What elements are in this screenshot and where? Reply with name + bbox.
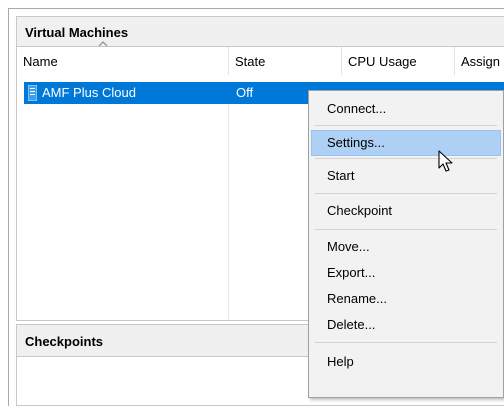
menu-item-checkpoint[interactable]: Checkpoint <box>311 198 501 224</box>
column-label: State <box>235 54 266 69</box>
column-header-cpu-usage[interactable]: CPU Usage <box>342 47 455 75</box>
menu-item-rename[interactable]: Rename... <box>311 286 501 312</box>
menu-separator <box>315 193 497 194</box>
column-label: Name <box>23 54 58 69</box>
menu-item-export[interactable]: Export... <box>311 260 501 286</box>
panel-title: Virtual Machines <box>17 17 504 47</box>
sort-ascending-icon <box>98 41 108 47</box>
column-header-assigned[interactable]: Assign <box>455 47 504 75</box>
column-label: Assign <box>461 54 501 69</box>
menu-separator <box>315 342 497 343</box>
menu-item-connect[interactable]: Connect... <box>311 96 501 122</box>
column-label: CPU Usage <box>348 54 417 69</box>
menu-separator <box>315 158 497 159</box>
menu-item-help[interactable]: Help <box>311 349 501 375</box>
menu-item-delete[interactable]: Delete... <box>311 312 501 338</box>
menu-item-start[interactable]: Start <box>311 163 501 189</box>
mouse-pointer-icon <box>438 150 453 172</box>
column-header-state[interactable]: State <box>229 47 342 75</box>
menu-item-settings[interactable]: Settings... <box>311 130 501 156</box>
context-menu: Connect... Settings... Start Checkpoint … <box>308 90 504 398</box>
menu-separator <box>315 125 497 126</box>
vm-state: Off <box>236 85 254 100</box>
vm-icon <box>28 85 37 101</box>
column-header-name[interactable]: Name <box>17 47 229 75</box>
vm-name: AMF Plus Cloud <box>42 85 136 100</box>
column-divider <box>228 104 229 320</box>
menu-separator <box>315 229 497 230</box>
column-headers: Name State CPU Usage Assign <box>17 47 504 75</box>
menu-item-move[interactable]: Move... <box>311 234 501 260</box>
